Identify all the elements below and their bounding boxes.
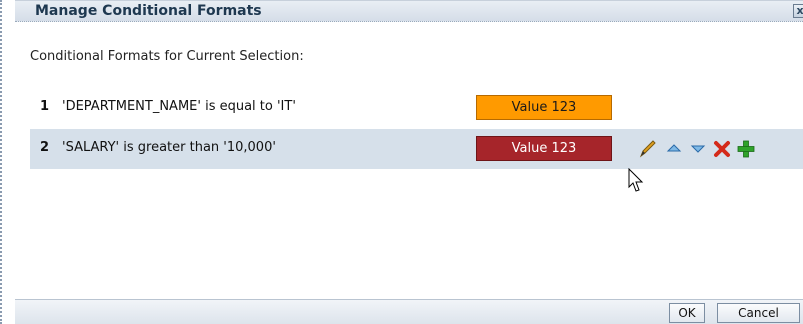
- move-up-icon[interactable]: [664, 138, 684, 160]
- condition-text: 'DEPARTMENT_NAME' is equal to 'IT': [62, 99, 296, 114]
- mouse-cursor-icon: [628, 167, 648, 194]
- dialog-titlebar[interactable]: Manage Conditional Formats x: [15, 0, 803, 22]
- dialog-footer: OK Cancel: [15, 299, 803, 324]
- format-preview[interactable]: Value 123: [476, 95, 612, 120]
- format-row-selected[interactable]: 2 'SALARY' is greater than '10,000' Valu…: [30, 129, 803, 169]
- cancel-button[interactable]: Cancel: [717, 303, 800, 323]
- add-icon[interactable]: [736, 138, 756, 160]
- move-down-icon[interactable]: [688, 138, 708, 160]
- close-icon[interactable]: x: [793, 4, 803, 18]
- row-number: 2: [40, 140, 50, 155]
- format-row[interactable]: 1 'DEPARTMENT_NAME' is equal to 'IT' Val…: [30, 88, 803, 128]
- condition-text: 'SALARY' is greater than '10,000': [62, 140, 276, 155]
- row-number: 1: [40, 99, 50, 114]
- dialog-title: Manage Conditional Formats: [35, 3, 262, 19]
- dialog-subtitle: Conditional Formats for Current Selectio…: [30, 49, 304, 64]
- dialog-left-border: [0, 0, 3, 324]
- delete-icon[interactable]: [712, 138, 732, 160]
- ok-button[interactable]: OK: [669, 303, 705, 323]
- edit-icon[interactable]: [638, 138, 658, 160]
- manage-conditional-formats-dialog: Manage Conditional Formats x Conditional…: [0, 0, 803, 324]
- format-preview[interactable]: Value 123: [476, 136, 612, 161]
